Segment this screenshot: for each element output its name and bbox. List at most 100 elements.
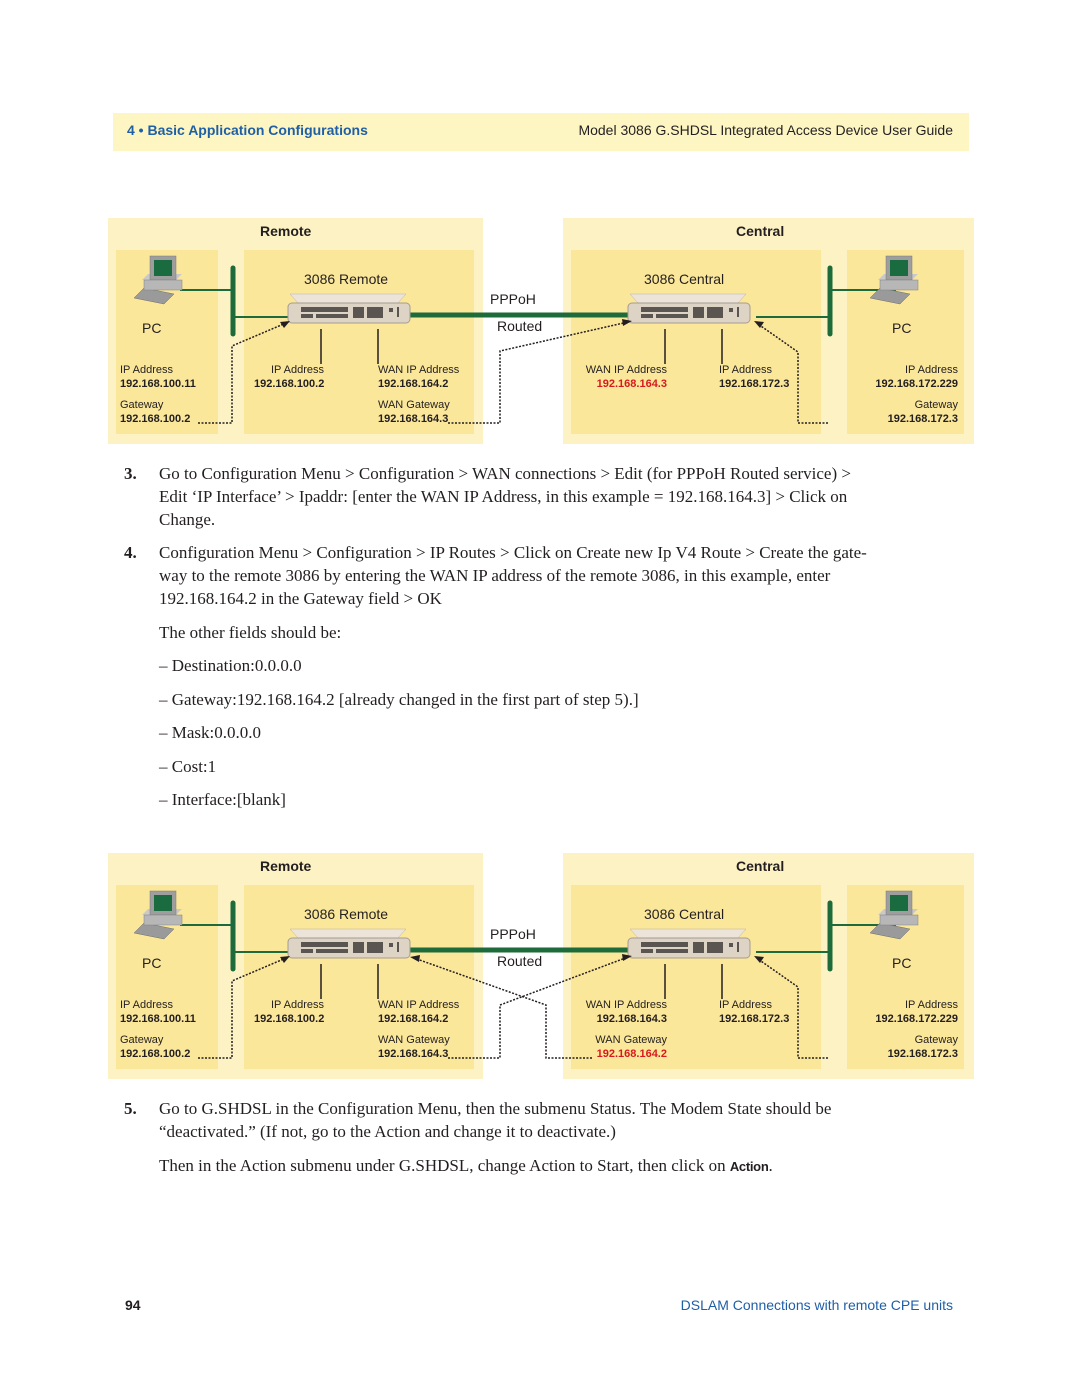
then-text: Then in the Action submenu under G.SHDSL… — [159, 1156, 730, 1175]
central-pc-icon-screen — [890, 895, 908, 911]
remote-3086-device-port — [316, 949, 348, 953]
central-3086-device-top — [629, 293, 747, 304]
central-pc-label: PC — [892, 320, 912, 336]
remote-3086-device-led — [389, 308, 393, 312]
central-pc-ip-value: 192.168.172.229 — [875, 378, 958, 390]
central-device-ip-label: IP Address — [719, 999, 772, 1011]
remote-3086-device-body — [287, 937, 411, 959]
remote-3086-device-port — [301, 942, 348, 947]
step-5: 5. Go to G.SHDSL in the Configuration Me… — [124, 1097, 954, 1143]
step-text-line: Go to G.SHDSL in the Configuration Menu,… — [159, 1099, 832, 1118]
central-3086-device-port — [693, 307, 704, 318]
step-text-line: Configuration Menu > Configuration > IP … — [159, 543, 867, 562]
remote-wan-gateway-value: 192.168.164.3 — [378, 413, 449, 425]
remote-device-name: 3086 Remote — [304, 271, 389, 287]
remote-pc-gateway-value: 192.168.100.2 — [120, 1048, 191, 1060]
field-cost: – Cost:1 — [159, 757, 217, 776]
remote-pc-icon-base — [143, 914, 183, 926]
central-3086-device-led — [737, 307, 739, 317]
step-text-line: Go to Configuration Menu > Configuration… — [159, 464, 851, 483]
central-device-ip-value: 192.168.172.3 — [719, 378, 790, 390]
central-3086-device-port — [641, 314, 653, 318]
central-wan-ip-label: WAN IP Address — [585, 999, 667, 1011]
central-3086-device-led — [729, 308, 733, 312]
remote-3086-device-led — [389, 943, 393, 947]
remote-device-name: 3086 Remote — [304, 906, 389, 922]
action-keyword: Action — [729, 1159, 769, 1174]
page-number: 94 — [125, 1297, 141, 1313]
remote-3086-device-port — [367, 307, 383, 318]
step-3: 3. Go to Configuration Menu > Configurat… — [124, 462, 954, 531]
step-number: 4. — [124, 543, 137, 562]
central-site-title: Central — [736, 223, 785, 239]
central-pc-ip-label: IP Address — [905, 364, 958, 376]
link-mode-label: Routed — [497, 318, 543, 334]
remote-pc-label: PC — [142, 955, 162, 971]
central-wan-ip-value: 192.168.164.3 — [596, 378, 667, 390]
page-header: 4 • Basic Application Configurations Mod… — [113, 113, 969, 151]
remote-pc-ip-value: 192.168.100.11 — [120, 1013, 196, 1025]
central-3086-device-top — [629, 928, 747, 939]
remote-3086-device-led — [397, 307, 399, 317]
remote-3086-device-port — [301, 307, 348, 312]
remote-3086-device-port — [301, 949, 313, 953]
remote-pc-gateway-label: Gateway — [120, 1034, 164, 1046]
remote-pc-ip-value: 192.168.100.11 — [120, 378, 196, 390]
central-pc-icon-screen — [890, 260, 908, 276]
field-interface: – Interface:[blank] — [159, 790, 286, 809]
central-pc-gateway-value: 192.168.172.3 — [887, 1048, 958, 1060]
step-text-line: Edit ‘IP Interface’ > Ipaddr: [enter the… — [159, 487, 848, 506]
central-pc-icon-base — [879, 279, 919, 291]
central-wan-ip-value: 192.168.164.3 — [596, 1013, 667, 1025]
central-wan-gateway-label: WAN Gateway — [595, 1034, 667, 1046]
central-site-title: Central — [736, 858, 785, 874]
remote-wan-gateway-value: 192.168.164.3 — [378, 1048, 449, 1060]
central-3086-device-port — [707, 942, 723, 953]
network-diagram-2: Remote Central 3086 Remote 3086 Central PC PC… — [108, 853, 974, 1081]
remote-pc-icon-screen — [154, 260, 172, 276]
central-wan-ip-label: WAN IP Address — [585, 364, 667, 376]
link-protocol-label: PPPoH — [490, 926, 536, 942]
remote-wan-ip-value: 192.168.164.2 — [378, 378, 449, 390]
remote-3086-device-port — [316, 314, 348, 318]
field-gateway: – Gateway:192.168.164.2 [already changed… — [159, 690, 639, 709]
central-3086-device-port — [641, 942, 688, 947]
remote-device-ip-value: 192.168.100.2 — [254, 1013, 325, 1025]
central-pc-icon-base — [879, 914, 919, 926]
remote-wan-gateway-label: WAN Gateway — [378, 399, 450, 411]
central-pc-ip-value: 192.168.172.229 — [875, 1013, 958, 1025]
remote-device-ip-value: 192.168.100.2 — [254, 378, 325, 390]
then-paragraph: Then in the Action submenu under G.SHDSL… — [159, 1154, 773, 1178]
step-4: 4. Configuration Menu > Configuration > … — [124, 541, 954, 610]
remote-wan-gateway-label: WAN Gateway — [378, 1034, 450, 1046]
remote-3086-device-port — [353, 942, 364, 953]
step-number: 3. — [124, 464, 137, 483]
central-wan-gateway-value: 192.168.164.2 — [596, 1048, 667, 1060]
central-3086-device-port — [656, 314, 688, 318]
central-3086-device-port — [693, 942, 704, 953]
remote-3086-device-top — [289, 293, 407, 304]
remote-pc-label: PC — [142, 320, 162, 336]
field-destination: – Destination:0.0.0.0 — [159, 656, 302, 675]
footer-section-title: DSLAM Connections with remote CPE units — [680, 1297, 953, 1313]
central-device-ip-value: 192.168.172.3 — [719, 1013, 790, 1025]
chapter-title: 4 • Basic Application Configurations — [127, 122, 368, 138]
then-end: . — [768, 1156, 773, 1175]
step-text-line: “deactivated.” (If not, go to the Action… — [159, 1122, 616, 1141]
remote-pc-gateway-value: 192.168.100.2 — [120, 413, 191, 425]
central-device-name: 3086 Central — [644, 906, 725, 922]
step-text-line: 192.168.164.2 in the Gateway field > OK — [159, 589, 442, 608]
central-device-ip-label: IP Address — [719, 364, 772, 376]
central-pc-ip-label: IP Address — [905, 999, 958, 1011]
remote-wan-ip-value: 192.168.164.2 — [378, 1013, 449, 1025]
remote-3086-device-port — [353, 307, 364, 318]
step-text-line: way to the remote 3086 by entering the W… — [159, 566, 831, 585]
central-device-name: 3086 Central — [644, 271, 725, 287]
central-pc-gateway-value: 192.168.172.3 — [887, 413, 958, 425]
remote-pc-ip-label: IP Address — [120, 999, 173, 1011]
central-3086-device-led — [729, 943, 733, 947]
remote-3086-device-port — [367, 942, 383, 953]
network-diagram-1: Remote Central 3086 Remote 3086 Central PC PC… — [108, 218, 974, 446]
remote-wan-ip-label: WAN IP Address — [378, 364, 460, 376]
remote-site-title: Remote — [260, 858, 312, 874]
